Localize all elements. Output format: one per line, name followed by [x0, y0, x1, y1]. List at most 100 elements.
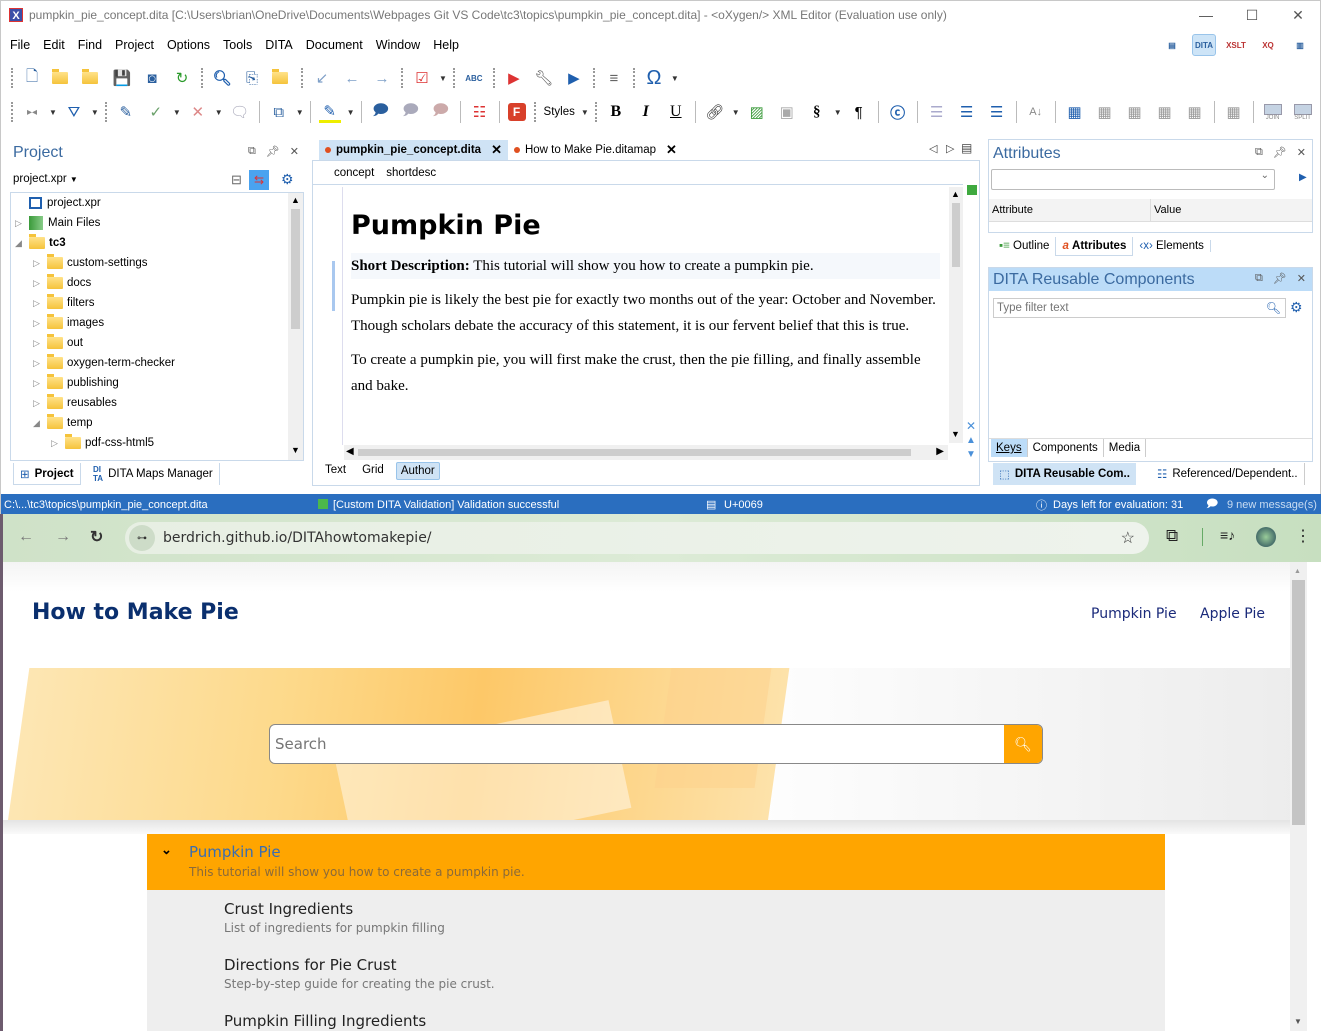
search-input[interactable]	[270, 725, 1004, 763]
insert-section-button[interactable]: §	[806, 101, 828, 123]
split-cell-button[interactable]: SPLIT	[1292, 101, 1314, 123]
insert-character-dropdown-icon[interactable]: ▼	[671, 74, 679, 83]
tab-components[interactable]: Components	[1026, 439, 1104, 457]
xquery-debugger-perspective-button[interactable]: XQ	[1256, 34, 1280, 56]
toc-item-title[interactable]: Pumpkin Filling Ingredients	[224, 1012, 426, 1030]
tab-scroll-left-icon[interactable]: ◁	[929, 142, 937, 155]
mode-text[interactable]: Text	[321, 462, 350, 480]
tree-node[interactable]: ▷ pdf-css-html5	[51, 433, 154, 453]
configure-transformation-icon[interactable]: 🔧︎	[533, 67, 555, 89]
tab-referenced-dependent[interactable]: ☷ Referenced/Dependent..	[1151, 463, 1305, 485]
save-to-url-icon[interactable]: ◙	[141, 67, 163, 89]
tags-display-mode-icon[interactable]: ▸◂	[21, 101, 43, 123]
highlight-icon[interactable]: ✎	[318, 101, 341, 123]
format-indent-icon[interactable]: ≡	[603, 67, 625, 89]
breadcrumb-item[interactable]: concept	[334, 167, 374, 179]
tags-display-dropdown-icon[interactable]: ▼	[49, 108, 57, 117]
delete-row-icon[interactable]: ▦	[1124, 101, 1146, 123]
menu-document[interactable]: Document	[306, 38, 363, 52]
tree-node[interactable]: ▷ Main Files	[15, 213, 100, 233]
italic-button[interactable]: I	[635, 101, 657, 123]
browser-menu-icon[interactable]: ⋮	[1295, 526, 1311, 546]
expanded-arrow-icon[interactable]: ◢	[33, 418, 47, 429]
forward-icon[interactable]: →	[55, 528, 71, 546]
mode-grid[interactable]: Grid	[354, 462, 392, 480]
status-messages[interactable]: 9 new message(s)	[1227, 499, 1317, 511]
scrollbar-thumb[interactable]	[358, 449, 911, 456]
tree-node[interactable]: ◢ tc3	[15, 233, 66, 253]
editor-vertical-scrollbar[interactable]: ▲ ▼	[949, 187, 963, 443]
reload-icon[interactable]: ↻	[90, 527, 103, 547]
paragraph[interactable]: Pumpkin pie is likely the best pie for e…	[351, 287, 940, 339]
profiling-dropdown-icon[interactable]: ▼	[91, 108, 99, 117]
accept-dropdown-icon[interactable]: ▼	[173, 108, 181, 117]
editor-tab-active[interactable]: pumpkin_pie_concept.dita ✕	[319, 140, 508, 160]
tab-project[interactable]: ⊞ Project	[13, 463, 81, 485]
collapsed-arrow-icon[interactable]: ▷	[33, 338, 47, 349]
manage-tracked-changes-icon[interactable]: ⧉	[268, 101, 290, 123]
nav-link-apple-pie[interactable]: Apple Pie	[1200, 606, 1265, 622]
tree-node[interactable]: ◢ temp	[33, 413, 93, 433]
track-changes-icon[interactable]: ✎	[115, 101, 137, 123]
join-cells-button[interactable]: JOIN	[1262, 101, 1284, 123]
mode-author[interactable]: Author	[395, 462, 440, 480]
bold-button[interactable]: B	[605, 101, 627, 123]
toc-section-title[interactable]: Pumpkin Pie	[189, 843, 281, 861]
url-text[interactable]: berdrich.github.io/DITAhowtomakepie/	[163, 530, 432, 546]
apply-transformation-icon[interactable]: ▶	[503, 67, 525, 89]
short-description-text[interactable]: This tutorial will show you how to creat…	[470, 258, 813, 274]
breadcrumb-item[interactable]: shortdesc	[386, 167, 436, 179]
find-folder-icon[interactable]	[271, 67, 293, 89]
link-with-editor-icon[interactable]: ⇆	[249, 170, 269, 190]
spell-check-icon[interactable]: ABC	[463, 67, 485, 89]
forward-icon[interactable]: →	[371, 67, 393, 89]
next-marker-icon[interactable]: ▼	[966, 449, 976, 460]
scrollbar-thumb[interactable]	[291, 209, 300, 329]
element-selector[interactable]: ⌄	[991, 169, 1275, 190]
settings-gear-icon[interactable]: ⚙	[281, 171, 294, 188]
menu-options[interactable]: Options	[167, 38, 210, 52]
save-icon[interactable]: 💾	[111, 67, 133, 89]
status-validation[interactable]: [Custom DITA Validation] Validation succ…	[333, 499, 559, 511]
address-bar[interactable]: ⊶ berdrich.github.io/DITAhowtomakepie/ ☆	[125, 522, 1149, 554]
chevron-down-icon[interactable]: ⌄	[161, 842, 172, 858]
add-comment-icon[interactable]: 🗩	[370, 101, 392, 123]
tree-node[interactable]: ▷ images	[33, 313, 104, 333]
menu-window[interactable]: Window	[376, 38, 420, 52]
insert-list-item-icon[interactable]: ☰	[926, 101, 948, 123]
tree-node[interactable]: ▷ docs	[33, 273, 91, 293]
scroll-down-icon[interactable]: ▼	[951, 429, 960, 439]
site-title[interactable]: How to Make Pie	[32, 600, 239, 625]
menu-file[interactable]: File	[10, 38, 30, 52]
scrollbar-thumb[interactable]	[1292, 580, 1305, 825]
collapse-all-icon[interactable]: ⊟	[231, 172, 242, 188]
open-folder-icon[interactable]	[51, 67, 73, 89]
tab-outline[interactable]: ▪≡ Outline	[993, 240, 1055, 252]
reject-change-icon[interactable]: ✕	[187, 101, 209, 123]
collapsed-arrow-icon[interactable]: ▷	[51, 438, 65, 449]
pin-icon[interactable]: 📌︎	[1273, 272, 1287, 285]
close-pane-icon[interactable]: ✕	[1297, 146, 1306, 159]
scroll-up-icon[interactable]: ▲	[291, 195, 300, 205]
edit-comment-icon[interactable]: 🗩	[400, 101, 422, 123]
collapsed-arrow-icon[interactable]: ▷	[33, 318, 47, 329]
sort-icon[interactable]: A↓	[1025, 101, 1047, 123]
insert-column-icon[interactable]: ▦	[1154, 101, 1176, 123]
tab-dita-maps-manager[interactable]: DI TA DITA Maps Manager	[87, 463, 220, 485]
collapsed-arrow-icon[interactable]: ▷	[33, 358, 47, 369]
validate-dropdown-icon[interactable]: ▼	[439, 74, 447, 83]
tab-attributes[interactable]: a Attributes	[1055, 236, 1134, 256]
find-in-files-icon[interactable]: ⎘	[241, 67, 263, 89]
menu-help[interactable]: Help	[433, 38, 459, 52]
site-info-icon[interactable]: ⊶	[129, 525, 155, 551]
highlight-dropdown-icon[interactable]: ▼	[347, 108, 355, 117]
insert-image-icon[interactable]: ▨	[746, 101, 768, 123]
manage-dropdown-icon[interactable]: ▼	[296, 108, 304, 117]
database-perspective-button[interactable]: ▥	[1288, 34, 1312, 56]
close-window-button[interactable]: ✕	[1275, 1, 1321, 29]
unordered-list-icon[interactable]: ☰	[986, 101, 1008, 123]
tree-node[interactable]: ▷ custom-settings	[33, 253, 148, 273]
editor-horizontal-scrollbar[interactable]: ◀ ▶	[344, 445, 948, 460]
float-icon[interactable]: ⧉	[248, 145, 256, 158]
column-attribute[interactable]: Attribute	[992, 204, 1033, 216]
